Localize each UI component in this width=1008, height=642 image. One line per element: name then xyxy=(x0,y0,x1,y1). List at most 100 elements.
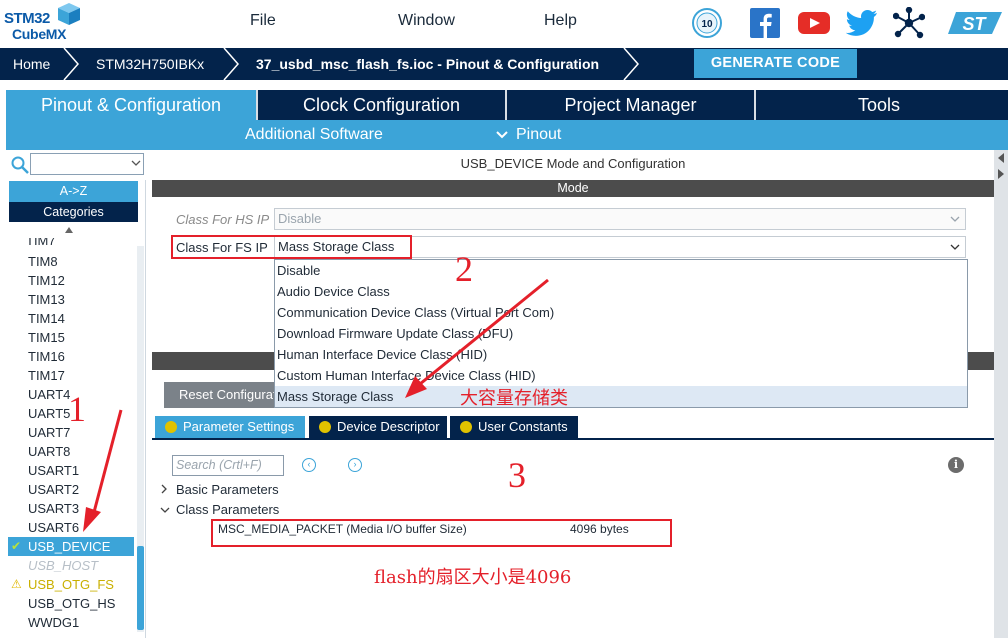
sort-az-button[interactable]: A->Z xyxy=(9,181,138,202)
list-item-label: USART2 xyxy=(28,482,80,497)
list-item[interactable]: ⚠ USB_OTG_FS xyxy=(8,575,134,594)
chevron-down-icon[interactable] xyxy=(949,241,961,253)
annotation-note-flash: flash的扇区大小是4096 xyxy=(374,567,572,588)
dropdown-option[interactable]: Audio Device Class xyxy=(275,281,967,302)
chevron-right-icon xyxy=(161,484,167,494)
expand-arrow-icon[interactable] xyxy=(997,168,1005,180)
annotation-number-3: 3 xyxy=(508,455,526,495)
tab-tools[interactable]: Tools xyxy=(756,90,1002,120)
class-dropdown-list[interactable]: Disable Audio Device Class Communication D… xyxy=(274,259,968,408)
stm32cubemx-logo: STM32 CubeMX xyxy=(4,2,86,44)
parameter-search-input[interactable]: Search (Crtl+F) xyxy=(172,455,284,476)
reset-configuration-button[interactable]: Reset Configuration xyxy=(164,382,284,408)
breadcrumb-project[interactable]: 37_usbd_msc_flash_fs.ioc - Pinout & Conf… xyxy=(256,48,599,80)
list-item[interactable]: USB_OTG_HS xyxy=(8,594,134,613)
chevron-down-icon xyxy=(496,131,508,139)
tab-device-descriptor[interactable]: Device Descriptor xyxy=(309,416,447,438)
annotation-note-class: 大容量存储类 xyxy=(460,388,568,409)
check-circle-icon xyxy=(460,421,472,433)
list-item[interactable]: TIM14 xyxy=(8,309,134,328)
tree-basic-parameters[interactable]: Basic Parameters xyxy=(160,482,279,497)
twitter-icon[interactable] xyxy=(845,6,879,40)
tab-user-constants[interactable]: User Constants xyxy=(450,416,578,438)
warning-icon: ⚠ xyxy=(11,577,22,591)
generate-code-button[interactable]: GENERATE CODE xyxy=(694,49,857,78)
chevron-right-icon xyxy=(623,48,639,80)
main-tabs: Pinout & Configuration Clock Configurati… xyxy=(6,90,1008,120)
list-item[interactable]: TIM15 xyxy=(8,328,134,347)
mode-header: Mode xyxy=(152,180,994,197)
list-item[interactable]: USB_HOST xyxy=(8,556,134,575)
list-item[interactable]: USART2 xyxy=(8,480,134,499)
tab-parameter-settings[interactable]: Parameter Settings xyxy=(155,416,305,438)
peripheral-list: TIM8 TIM12 TIM13 TIM14 TIM15 TIM16 TIM17 UART4 U… xyxy=(8,224,134,636)
list-item[interactable]: TIM17 xyxy=(8,366,134,385)
dropdown-option[interactable]: Custom Human Interface Device Class (HID… xyxy=(275,365,967,386)
anniversary-badge-icon[interactable]: 10 xyxy=(690,6,724,40)
list-item-label: TIM14 xyxy=(28,311,65,326)
menu-help[interactable]: Help xyxy=(544,12,577,30)
hs-class-value: Disable xyxy=(278,211,322,226)
tab-project-manager[interactable]: Project Manager xyxy=(507,90,754,120)
dropdown-option[interactable]: Download Firmware Update Class (DFU) xyxy=(275,323,967,344)
list-item[interactable]: USART6 xyxy=(8,518,134,537)
collapse-panel-strip[interactable] xyxy=(994,150,1008,638)
collapse-arrow-icon[interactable] xyxy=(997,152,1005,164)
list-item[interactable]: WWDG1 xyxy=(8,613,134,632)
dropdown-option[interactable]: Disable xyxy=(275,260,967,281)
list-item-label: TIM16 xyxy=(28,349,65,364)
check-circle-icon xyxy=(319,421,331,433)
list-item-label: UART8 xyxy=(28,444,71,459)
menu-file[interactable]: File xyxy=(250,12,276,30)
list-item-label: USART6 xyxy=(28,520,80,535)
list-item[interactable]: TIM13 xyxy=(8,290,134,309)
subtab-additional-software[interactable]: Additional Software xyxy=(245,120,383,150)
list-item[interactable]: TIM16 xyxy=(8,347,134,366)
list-item-label: USB_OTG_FS xyxy=(28,577,114,592)
tab-label: Parameter Settings xyxy=(183,419,295,434)
list-item[interactable]: USART3 xyxy=(8,499,134,518)
category-search-input[interactable] xyxy=(30,153,144,175)
tab-pinout-configuration[interactable]: Pinout & Configuration xyxy=(6,90,256,120)
chevron-down-icon[interactable] xyxy=(131,157,141,169)
next-match-icon[interactable]: › xyxy=(348,458,362,472)
check-circle-icon xyxy=(165,421,177,433)
top-menu-bar: STM32 CubeMX File Window Help 10 ST xyxy=(0,0,1008,48)
categories-button[interactable]: Categories xyxy=(9,202,138,222)
list-item[interactable]: USART1 xyxy=(8,461,134,480)
menu-window[interactable]: Window xyxy=(398,12,455,30)
facebook-icon[interactable] xyxy=(748,6,782,40)
check-icon: ✔ xyxy=(11,539,22,553)
youtube-icon[interactable] xyxy=(797,6,831,40)
dropdown-option[interactable]: Communication Device Class (Virtual Port… xyxy=(275,302,967,323)
st-logo-icon[interactable]: ST xyxy=(945,6,1005,40)
tree-label: Class Parameters xyxy=(176,502,280,517)
scrollbar-thumb[interactable] xyxy=(137,546,144,630)
previous-match-icon[interactable]: ‹ xyxy=(302,458,316,472)
hs-class-select: Disable xyxy=(274,208,966,230)
tab-underline xyxy=(152,438,994,440)
list-scrollbar[interactable] xyxy=(137,246,144,632)
tree-class-parameters[interactable]: Class Parameters xyxy=(160,502,279,517)
info-icon[interactable]: i xyxy=(948,457,964,473)
list-item[interactable]: TIM12 xyxy=(8,271,134,290)
subtab-pinout[interactable]: Pinout xyxy=(516,120,561,150)
dropdown-option[interactable]: Human Interface Device Class (HID) xyxy=(275,344,967,365)
svg-text:ST: ST xyxy=(962,14,987,34)
list-item[interactable]: TIM8 xyxy=(8,252,134,271)
breadcrumb-home[interactable]: Home xyxy=(13,48,50,80)
breadcrumb-mcu[interactable]: STM32H750IBKx xyxy=(96,48,204,80)
dropdown-option[interactable]: Mass Storage Class xyxy=(275,386,967,407)
network-share-icon[interactable] xyxy=(892,6,926,40)
list-item-label: UART5 xyxy=(28,406,71,421)
list-item-label: TIM15 xyxy=(28,330,65,345)
cube-icon xyxy=(58,3,80,25)
chevron-right-icon xyxy=(223,48,239,80)
tab-clock-configuration[interactable]: Clock Configuration xyxy=(258,90,505,120)
list-item[interactable]: UART8 xyxy=(8,442,134,461)
tab-label: Device Descriptor xyxy=(337,419,440,434)
category-search-row xyxy=(6,150,146,180)
list-item-label: USART1 xyxy=(28,463,80,478)
list-item[interactable]: ✔ USB_DEVICE xyxy=(8,537,134,556)
list-item-label: USB_OTG_HS xyxy=(28,596,116,611)
